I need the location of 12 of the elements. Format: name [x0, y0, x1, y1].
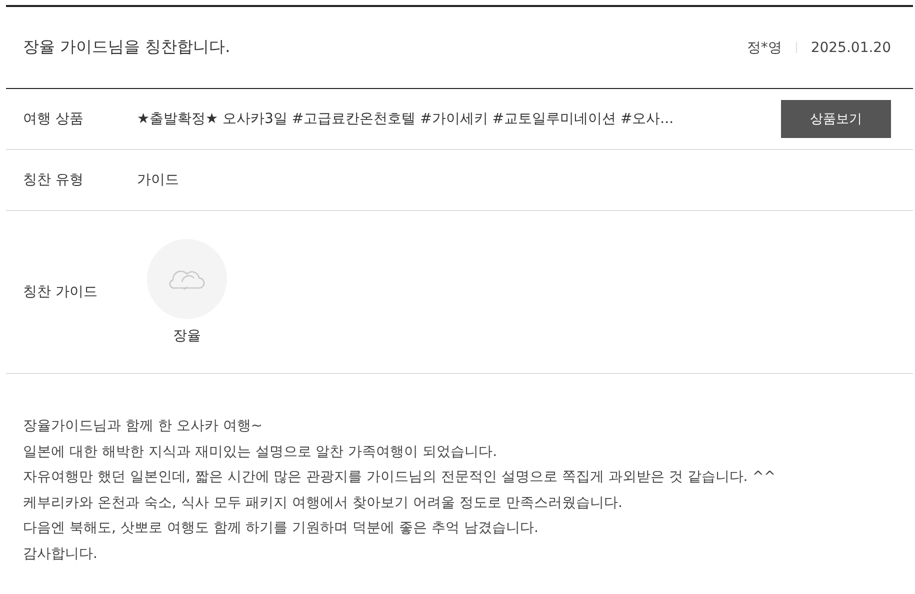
field-label: 여행 상품 [23, 110, 84, 128]
cloud-icon [169, 268, 205, 290]
field-label: 칭찬 유형 [23, 171, 84, 189]
field-value: 가이드 [137, 171, 180, 189]
view-product-button[interactable]: 상품보기 [781, 100, 891, 138]
field-label: 칭찬 가이드 [23, 283, 98, 301]
guide-name: 장율 [173, 327, 201, 345]
product-name: ★출발확정★ 오사카3일 #고급료칸온천호텔 #가이세키 #교토일루미네이션 #오사... [137, 110, 675, 128]
author-name: 정*영 [746, 38, 782, 56]
review-text: 장율가이드님과 함께 한 오사카 여행~ 일본에 대한 해박한 지식과 재미있는 설명으로 알찬 가족여행이 되었습니다. 자유여행만 했던 일본인데, 짧은 시간에 많은 관광지를 가이드님의 전문적인 설명으로 쪽집게 과외받은 것 같습니다. ^^ 케부리카와 온천과 숙소, 식사 모두 패키지 여행에서 찾아보기 어려울 정도로 만족스러웠습니다. 다음엔 북해도, 삿뽀로 여행도 함께 하기를 기원하며 덕분에 좋은 추억 남겼습니다. 감사합니다. [23, 417, 777, 564]
review-title: 장율 가이드님을 칭찬합니다. [23, 37, 230, 58]
post-date: 2025.01.20 [810, 40, 891, 56]
